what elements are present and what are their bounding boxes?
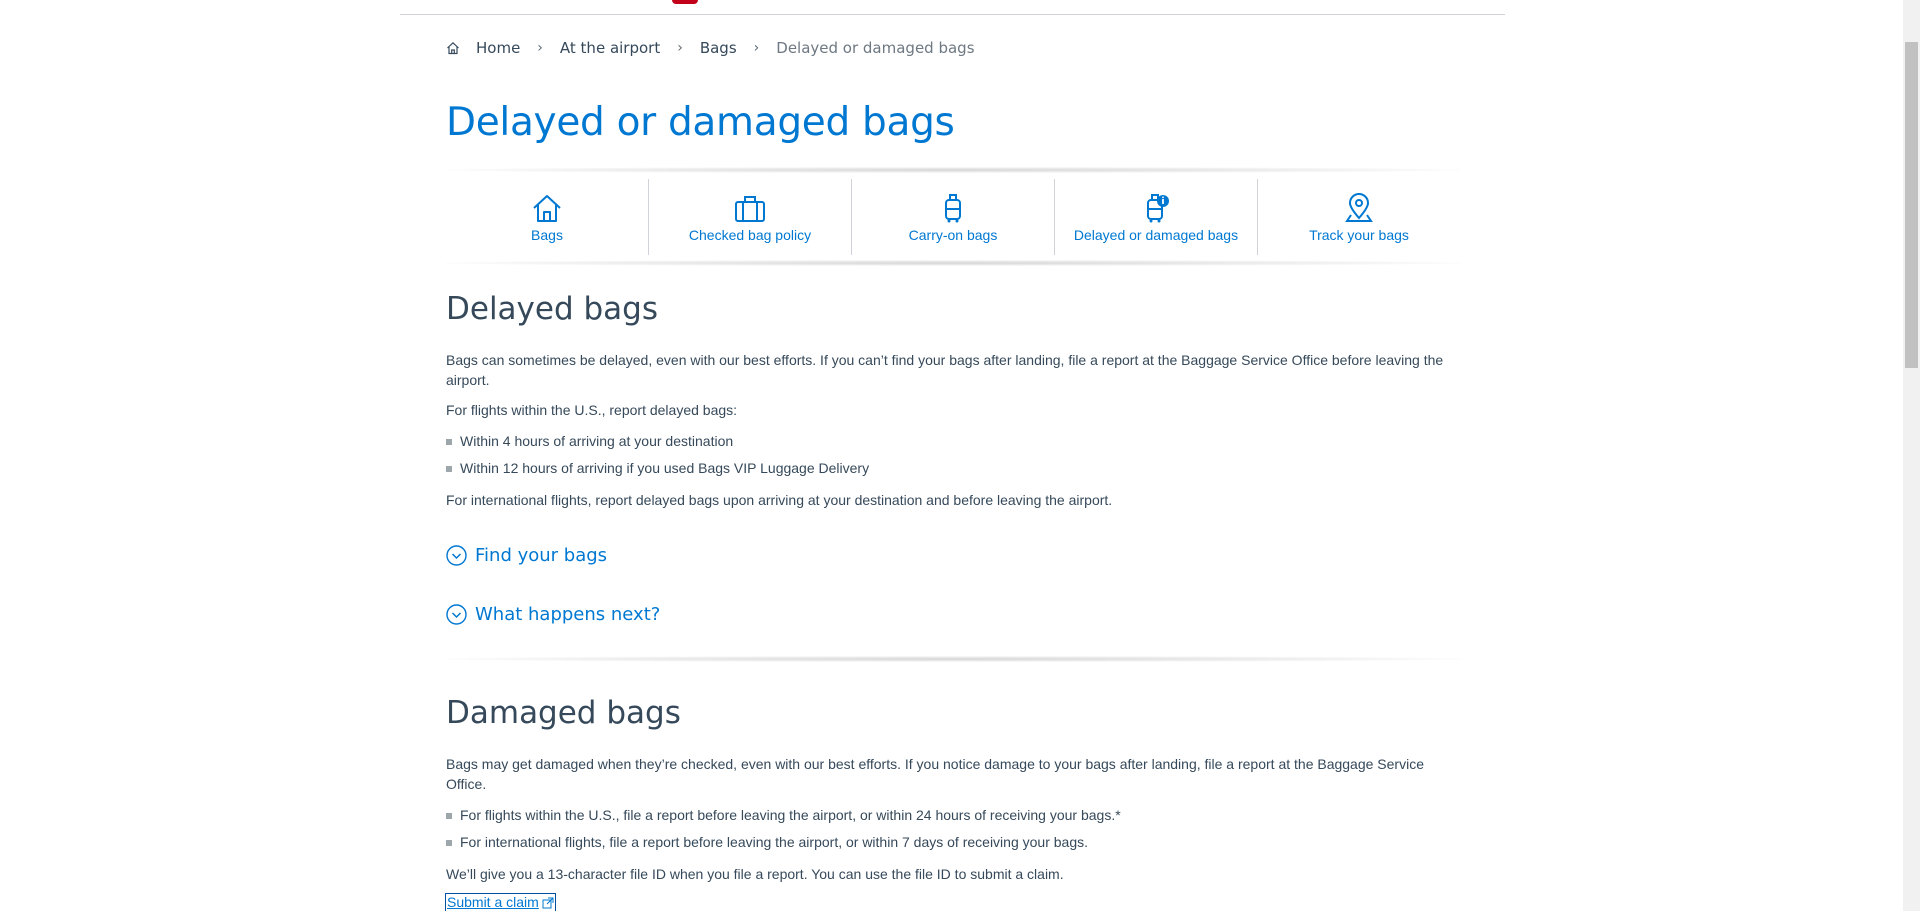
accordion-find-your-bags[interactable]: Find your bags [446,545,607,566]
delayed-intl: For international flights, report delaye… [446,492,1113,508]
bags-subnav: Bags Checked bag policy Carry-on bags De… [446,179,1460,255]
delayed-bags-heading: Delayed bags [446,291,659,327]
chevron-down-circle-icon [446,545,467,566]
tile-track-your-bags[interactable]: Track your bags [1258,179,1460,255]
chevron-right-icon: › [677,40,683,56]
divider [446,167,1460,173]
breadcrumb-current: Delayed or damaged bags [776,39,975,57]
page-scrollbar[interactable] [1903,0,1920,911]
chevron-right-icon: › [753,40,760,56]
breadcrumb-at-the-airport[interactable]: At the airport [560,39,660,57]
divider [446,656,1460,662]
breadcrumb-bags[interactable]: Bags [700,39,737,57]
site-logo[interactable] [672,0,698,4]
list-item: Within 4 hours of arriving at your desti… [446,431,733,451]
damaged-intro: Bags may get damaged when they’re checke… [446,756,1424,792]
delayed-intro: Bags can sometimes be delayed, even with… [446,352,1444,388]
house-icon [533,195,561,222]
page-title: Delayed or damaged bags [446,100,955,145]
list-item: For flights within the U.S., file a repo… [446,805,1121,825]
tile-carry-on-bags-label: Carry-on bags [908,227,998,243]
tile-carry-on-bags[interactable]: Carry-on bags [852,179,1055,255]
header-bar [400,0,1505,15]
external-link-icon [542,897,554,908]
delayed-us-intro: For flights within the U.S., report dela… [446,402,738,418]
carry-on-icon [945,194,961,223]
suitcase-icon [735,196,765,222]
tile-delayed-or-damaged-bags-label: Delayed or damaged bags [1073,227,1239,243]
tile-checked-bag-policy[interactable]: Checked bag policy [649,179,852,255]
tile-bags-label: Bags [531,227,563,243]
location-pin-icon [1345,193,1373,222]
breadcrumb-home[interactable]: Home [476,39,520,57]
tile-delayed-or-damaged-bags[interactable]: Delayed or damaged bags [1055,179,1258,255]
breadcrumb: Home › At the airport › Bags › Delayed o… [446,39,975,57]
home-icon[interactable] [446,41,460,55]
tile-checked-bag-policy-label: Checked bag policy [688,227,812,243]
damaged-file-id: We’ll give you a 13-character file ID wh… [446,866,1064,882]
divider [446,260,1460,266]
accordion-what-happens-next-label: What happens next? [475,604,661,625]
bag-info-icon [1147,194,1169,223]
tile-bags[interactable]: Bags [446,179,649,255]
list-item: Within 12 hours of arriving if you used … [446,458,869,478]
submit-claim-link[interactable]: Submit a claim [445,893,556,911]
list-item: For international flights, file a report… [446,832,1088,852]
accordion-what-happens-next[interactable]: What happens next? [446,604,660,625]
accordion-find-your-bags-label: Find your bags [475,545,608,566]
submit-claim-label: Submit a claim [447,894,539,910]
chevron-right-icon: › [537,40,543,56]
chevron-down-circle-icon [446,604,467,625]
scrollbar-thumb[interactable] [1905,42,1918,368]
tile-track-your-bags-label: Track your bags [1309,227,1409,243]
damaged-bags-heading: Damaged bags [446,695,681,731]
